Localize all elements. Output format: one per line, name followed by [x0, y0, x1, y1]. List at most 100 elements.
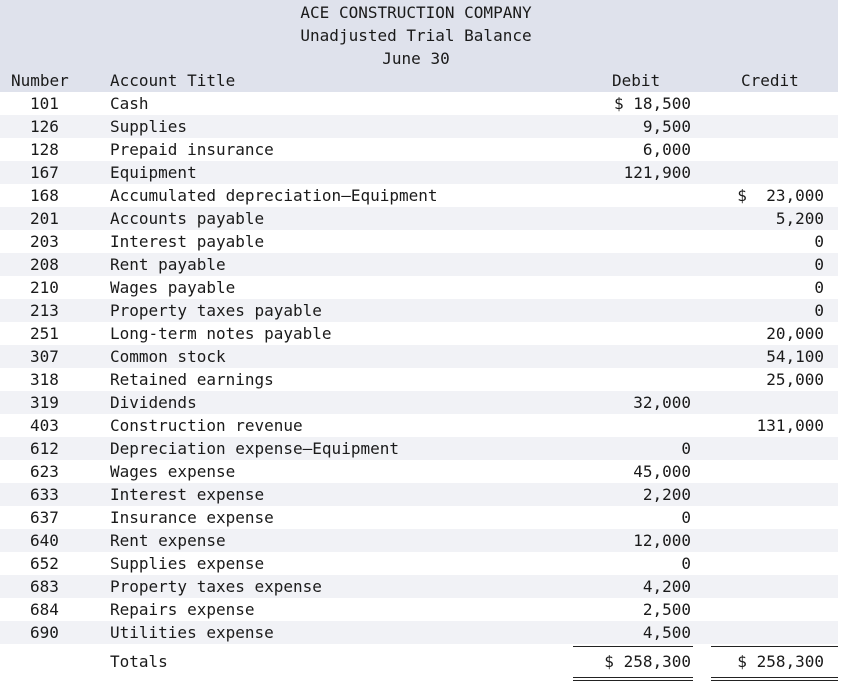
- account-title: Accounts payable: [110, 209, 265, 228]
- debit-amount: $ 18,500: [613, 94, 691, 113]
- table-row: 684 Repairs expense 2,500: [0, 598, 838, 621]
- table-row: 683 Property taxes expense 4,200: [0, 575, 838, 598]
- account-title: Property taxes expense: [110, 577, 322, 596]
- table-row: 251 Long-term notes payable 20,000: [0, 322, 838, 345]
- table-row: 690 Utilities expense 4,500: [0, 621, 838, 644]
- table-row: 101 Cash $ 18,500: [0, 92, 838, 115]
- debit-double-rule-2: [573, 680, 693, 681]
- account-number: 684: [30, 600, 59, 619]
- account-title: Accumulated depreciation—Equipment: [110, 186, 438, 205]
- totals-row: Totals $ 258,300 $ 258,300: [0, 648, 838, 676]
- account-number: 101: [30, 94, 59, 113]
- credit-total-rule: [711, 646, 838, 647]
- table-row: 623 Wages expense 45,000: [0, 460, 838, 483]
- account-number: 612: [30, 439, 59, 458]
- account-number: 683: [30, 577, 59, 596]
- account-number: 319: [30, 393, 59, 412]
- table-row: 208 Rent payable 0: [0, 253, 838, 276]
- account-number: 201: [30, 209, 59, 228]
- account-title: Supplies: [110, 117, 188, 136]
- account-title: Wages expense: [110, 462, 236, 481]
- debit-amount: 45,000: [633, 462, 691, 481]
- account-title: Supplies expense: [110, 554, 265, 573]
- account-title: Retained earnings: [110, 370, 274, 389]
- credit-amount: 0: [814, 301, 824, 320]
- account-title: Rent expense: [110, 531, 226, 550]
- account-title: Rent payable: [110, 255, 226, 274]
- account-number: 203: [30, 232, 59, 251]
- debit-amount: 6,000: [642, 140, 691, 159]
- table-row: 637 Insurance expense 0: [0, 506, 838, 529]
- report-header: ACE CONSTRUCTION COMPANY Unadjusted Tria…: [0, 0, 838, 92]
- report-date: June 30: [382, 49, 450, 68]
- report-title: Unadjusted Trial Balance: [300, 26, 532, 45]
- table-row: 319 Dividends 32,000: [0, 391, 838, 414]
- credit-amount: 5,200: [775, 209, 824, 228]
- credit-amount: 131,000: [756, 416, 824, 435]
- credit-double-rule-1: [711, 677, 838, 678]
- account-number: 126: [30, 117, 59, 136]
- debit-amount: 121,900: [623, 163, 691, 182]
- account-title: Cash: [110, 94, 149, 113]
- debit-amount: 0: [681, 554, 691, 573]
- account-number: 128: [30, 140, 59, 159]
- account-title: Interest payable: [110, 232, 265, 251]
- account-number: 633: [30, 485, 59, 504]
- account-number: 623: [30, 462, 59, 481]
- account-title: Wages payable: [110, 278, 236, 297]
- account-number: 208: [30, 255, 59, 274]
- credit-amount: 0: [814, 278, 824, 297]
- credit-amount: 0: [814, 255, 824, 274]
- credit-amount: 0: [814, 232, 824, 251]
- debit-amount: 4,200: [642, 577, 691, 596]
- table-row: 203 Interest payable 0: [0, 230, 838, 253]
- account-title: Insurance expense: [110, 508, 274, 527]
- table-row: 168 Accumulated depreciation—Equipment $ 2…: [0, 184, 838, 207]
- account-number: 652: [30, 554, 59, 573]
- account-number: 251: [30, 324, 59, 343]
- column-header-number: Number: [11, 71, 69, 90]
- credit-double-rule-2: [711, 680, 838, 681]
- trial-balance-table: 101 Cash $ 18,500 126 Supplies 9,500 128 Prepai…: [0, 92, 838, 644]
- table-row: 318 Retained earnings 25,000: [0, 368, 838, 391]
- account-title: Equipment: [110, 163, 197, 182]
- debit-amount: 4,500: [642, 623, 691, 642]
- account-title: Construction revenue: [110, 416, 303, 435]
- debit-amount: 12,000: [633, 531, 691, 550]
- table-row: 167 Equipment 121,900: [0, 161, 838, 184]
- credit-amount: 54,100: [766, 347, 824, 366]
- table-row: 403 Construction revenue 131,000: [0, 414, 838, 437]
- credit-amount: $ 23,000: [737, 186, 824, 205]
- table-row: 652 Supplies expense 0: [0, 552, 838, 575]
- debit-amount: 32,000: [633, 393, 691, 412]
- totals-credit: $ 258,300: [737, 652, 824, 671]
- account-title: Property taxes payable: [110, 301, 322, 320]
- debit-amount: 0: [681, 439, 691, 458]
- account-number: 213: [30, 301, 59, 320]
- account-title: Long-term notes payable: [110, 324, 332, 343]
- credit-amount: 25,000: [766, 370, 824, 389]
- debit-amount: 2,200: [642, 485, 691, 504]
- account-title: Interest expense: [110, 485, 265, 504]
- account-number: 167: [30, 163, 59, 182]
- totals-label: Totals: [110, 652, 168, 671]
- debit-double-rule-1: [573, 677, 693, 678]
- debit-amount: 2,500: [642, 600, 691, 619]
- debit-total-rule: [573, 646, 693, 647]
- table-row: 633 Interest expense 2,200: [0, 483, 838, 506]
- column-header-credit: Credit: [741, 71, 799, 90]
- company-name: ACE CONSTRUCTION COMPANY: [300, 3, 532, 22]
- table-row: 213 Property taxes payable 0: [0, 299, 838, 322]
- table-row: 201 Accounts payable 5,200: [0, 207, 838, 230]
- account-title: Common stock: [110, 347, 226, 366]
- account-title: Depreciation expense—Equipment: [110, 439, 399, 458]
- account-number: 637: [30, 508, 59, 527]
- account-title: Repairs expense: [110, 600, 255, 619]
- column-header-debit: Debit: [612, 71, 661, 90]
- table-row: 126 Supplies 9,500: [0, 115, 838, 138]
- column-header-account-title: Account Title: [110, 71, 236, 90]
- account-title: Dividends: [110, 393, 197, 412]
- debit-amount: 9,500: [642, 117, 691, 136]
- account-number: 168: [30, 186, 59, 205]
- account-number: 640: [30, 531, 59, 550]
